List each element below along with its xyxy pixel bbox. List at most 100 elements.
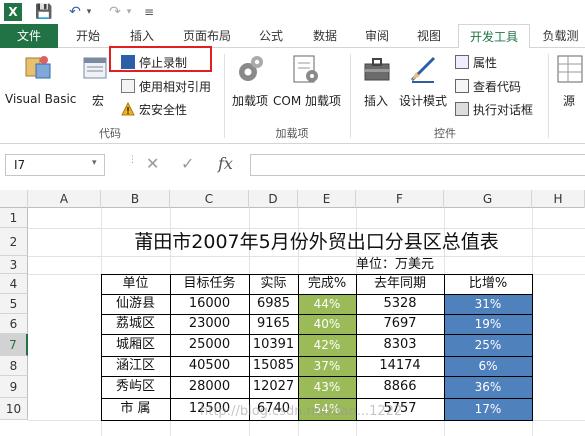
save-icon[interactable]: 💾 xyxy=(34,3,54,21)
properties-button[interactable]: 属性 xyxy=(455,53,497,73)
row-header[interactable]: 2 xyxy=(0,228,28,256)
data-cell[interactable]: 仙游县 xyxy=(101,294,170,314)
name-box[interactable]: I7 xyxy=(5,154,105,176)
data-cell[interactable]: 16000 xyxy=(170,294,249,314)
data-cell[interactable]: 8303 xyxy=(356,334,444,356)
relative-refs-icon xyxy=(121,79,135,93)
data-cell[interactable]: 荔城区 xyxy=(101,314,170,334)
data-cell[interactable]: 12027 xyxy=(249,376,298,398)
quick-access-toolbar: X 💾 ↶ ▾ ↷ ▾ ≡ xyxy=(0,0,585,24)
unit-label: 单位：万美元 xyxy=(356,257,435,272)
data-cell[interactable]: 43% xyxy=(298,376,356,398)
data-cell[interactable]: 8866 xyxy=(356,376,444,398)
data-cell[interactable]: 17% xyxy=(444,398,532,420)
design-mode-button[interactable]: 设计模式 xyxy=(399,92,447,109)
column-header[interactable]: C xyxy=(170,190,249,208)
row-header[interactable]: 3 xyxy=(0,256,28,274)
data-cell[interactable]: 5328 xyxy=(356,294,444,314)
code-group-label: 代码 xyxy=(99,127,121,140)
row-header[interactable]: 4 xyxy=(0,274,28,294)
run-dialog-icon xyxy=(455,102,469,116)
data-cell[interactable]: 城厢区 xyxy=(101,334,170,356)
name-box-dropdown-icon[interactable]: ▾ xyxy=(92,158,97,168)
data-cell[interactable]: 25% xyxy=(444,334,532,356)
source-button[interactable]: 源 xyxy=(563,92,575,109)
header-cell: 完成% xyxy=(307,276,347,291)
data-cell[interactable]: 市 属 xyxy=(101,398,170,420)
macro-security-button[interactable]: 宏安全性 xyxy=(121,100,187,120)
row-header-selected[interactable]: 7 xyxy=(0,334,28,356)
ribbon-tabs: 文件 开始 插入 页面布局 公式 数据 审阅 视图 开发工具 负载测 xyxy=(0,24,585,49)
ribbon: Visual Basic 宏 停止录制 使用相对引用 宏安全性 代码 加载项 C… xyxy=(0,46,585,144)
relative-refs-button[interactable]: 使用相对引用 xyxy=(121,77,211,97)
row-header[interactable]: 9 xyxy=(0,376,28,398)
column-header[interactable]: E xyxy=(298,190,356,208)
enter-icon[interactable]: ✓ xyxy=(181,154,194,173)
tab-page-layout[interactable]: 页面布局 xyxy=(172,24,242,48)
data-cell[interactable]: 6% xyxy=(444,356,532,376)
row-header[interactable]: 1 xyxy=(0,208,28,228)
select-all-corner[interactable] xyxy=(0,190,28,208)
data-cell[interactable]: 40% xyxy=(298,314,356,334)
cancel-icon[interactable]: ✕ xyxy=(146,154,159,173)
header-cell: 单位 xyxy=(122,276,149,291)
data-cell[interactable]: 15085 xyxy=(249,356,298,376)
tab-developer[interactable]: 开发工具 xyxy=(458,24,530,49)
data-cell[interactable]: 19% xyxy=(444,314,532,334)
data-cell[interactable]: 14174 xyxy=(356,356,444,376)
redo-icon[interactable]: ↷ xyxy=(106,3,124,21)
row-header[interactable]: 5 xyxy=(0,294,28,314)
com-addins-button[interactable]: COM 加载项 xyxy=(273,92,341,109)
column-header[interactable]: B xyxy=(101,190,170,208)
visual-basic-icon xyxy=(24,54,54,82)
data-cell[interactable]: 28000 xyxy=(170,376,249,398)
undo-dropdown-icon[interactable]: ▾ xyxy=(84,3,94,21)
data-cell[interactable]: 36% xyxy=(444,376,532,398)
data-cell[interactable]: 9165 xyxy=(249,314,298,334)
data-cell[interactable]: 10391 xyxy=(249,334,298,356)
header-cell: 实际 xyxy=(260,276,287,291)
tab-insert[interactable]: 插入 xyxy=(116,24,168,48)
data-cell[interactable]: 42% xyxy=(298,334,356,356)
data-cell[interactable]: 秀屿区 xyxy=(101,376,170,398)
data-cell[interactable]: 23000 xyxy=(170,314,249,334)
column-header[interactable]: H xyxy=(532,190,585,208)
tab-view[interactable]: 视图 xyxy=(404,24,454,48)
view-code-button[interactable]: 查看代码 xyxy=(455,77,521,97)
data-cell[interactable]: 37% xyxy=(298,356,356,376)
insert-control-button[interactable]: 插入 xyxy=(364,92,388,109)
undo-icon[interactable]: ↶ xyxy=(66,3,84,21)
data-cell[interactable]: 6985 xyxy=(249,294,298,314)
row-header[interactable]: 6 xyxy=(0,314,28,334)
column-header[interactable]: G xyxy=(444,190,532,208)
column-header[interactable]: D xyxy=(249,190,298,208)
data-cell[interactable]: 40500 xyxy=(170,356,249,376)
data-cell[interactable]: 25000 xyxy=(170,334,249,356)
tab-formulas[interactable]: 公式 xyxy=(246,24,296,48)
data-cell[interactable]: 涵江区 xyxy=(101,356,170,376)
row-header[interactable]: 10 xyxy=(0,398,28,420)
redo-dropdown-icon[interactable]: ▾ xyxy=(124,3,134,21)
data-cell[interactable]: 44% xyxy=(298,294,356,314)
row-header[interactable]: 8 xyxy=(0,356,28,376)
column-headers: A B C D E F G H xyxy=(0,190,585,208)
run-dialog-button[interactable]: 执行对话框 xyxy=(455,100,533,120)
customize-qat-icon[interactable]: ≡ xyxy=(142,3,156,21)
addins-button[interactable]: 加载项 xyxy=(232,92,268,109)
visual-basic-button[interactable]: Visual Basic xyxy=(5,92,76,106)
source-icon xyxy=(556,54,584,84)
column-header[interactable]: A xyxy=(28,190,101,208)
tab-load-test[interactable]: 负载测 xyxy=(536,24,585,48)
macros-button[interactable]: 宏 xyxy=(92,92,104,109)
tab-data[interactable]: 数据 xyxy=(300,24,350,48)
tab-file[interactable]: 文件 xyxy=(0,24,58,48)
data-cell[interactable]: 31% xyxy=(444,294,532,314)
column-header[interactable]: F xyxy=(356,190,444,208)
insert-function-icon[interactable]: fx xyxy=(218,154,233,173)
macros-icon xyxy=(83,56,111,82)
warning-icon xyxy=(121,101,135,116)
tab-review[interactable]: 审阅 xyxy=(352,24,402,48)
formula-input[interactable] xyxy=(250,154,585,176)
tab-home[interactable]: 开始 xyxy=(62,24,114,48)
data-cell[interactable]: 7697 xyxy=(356,314,444,334)
